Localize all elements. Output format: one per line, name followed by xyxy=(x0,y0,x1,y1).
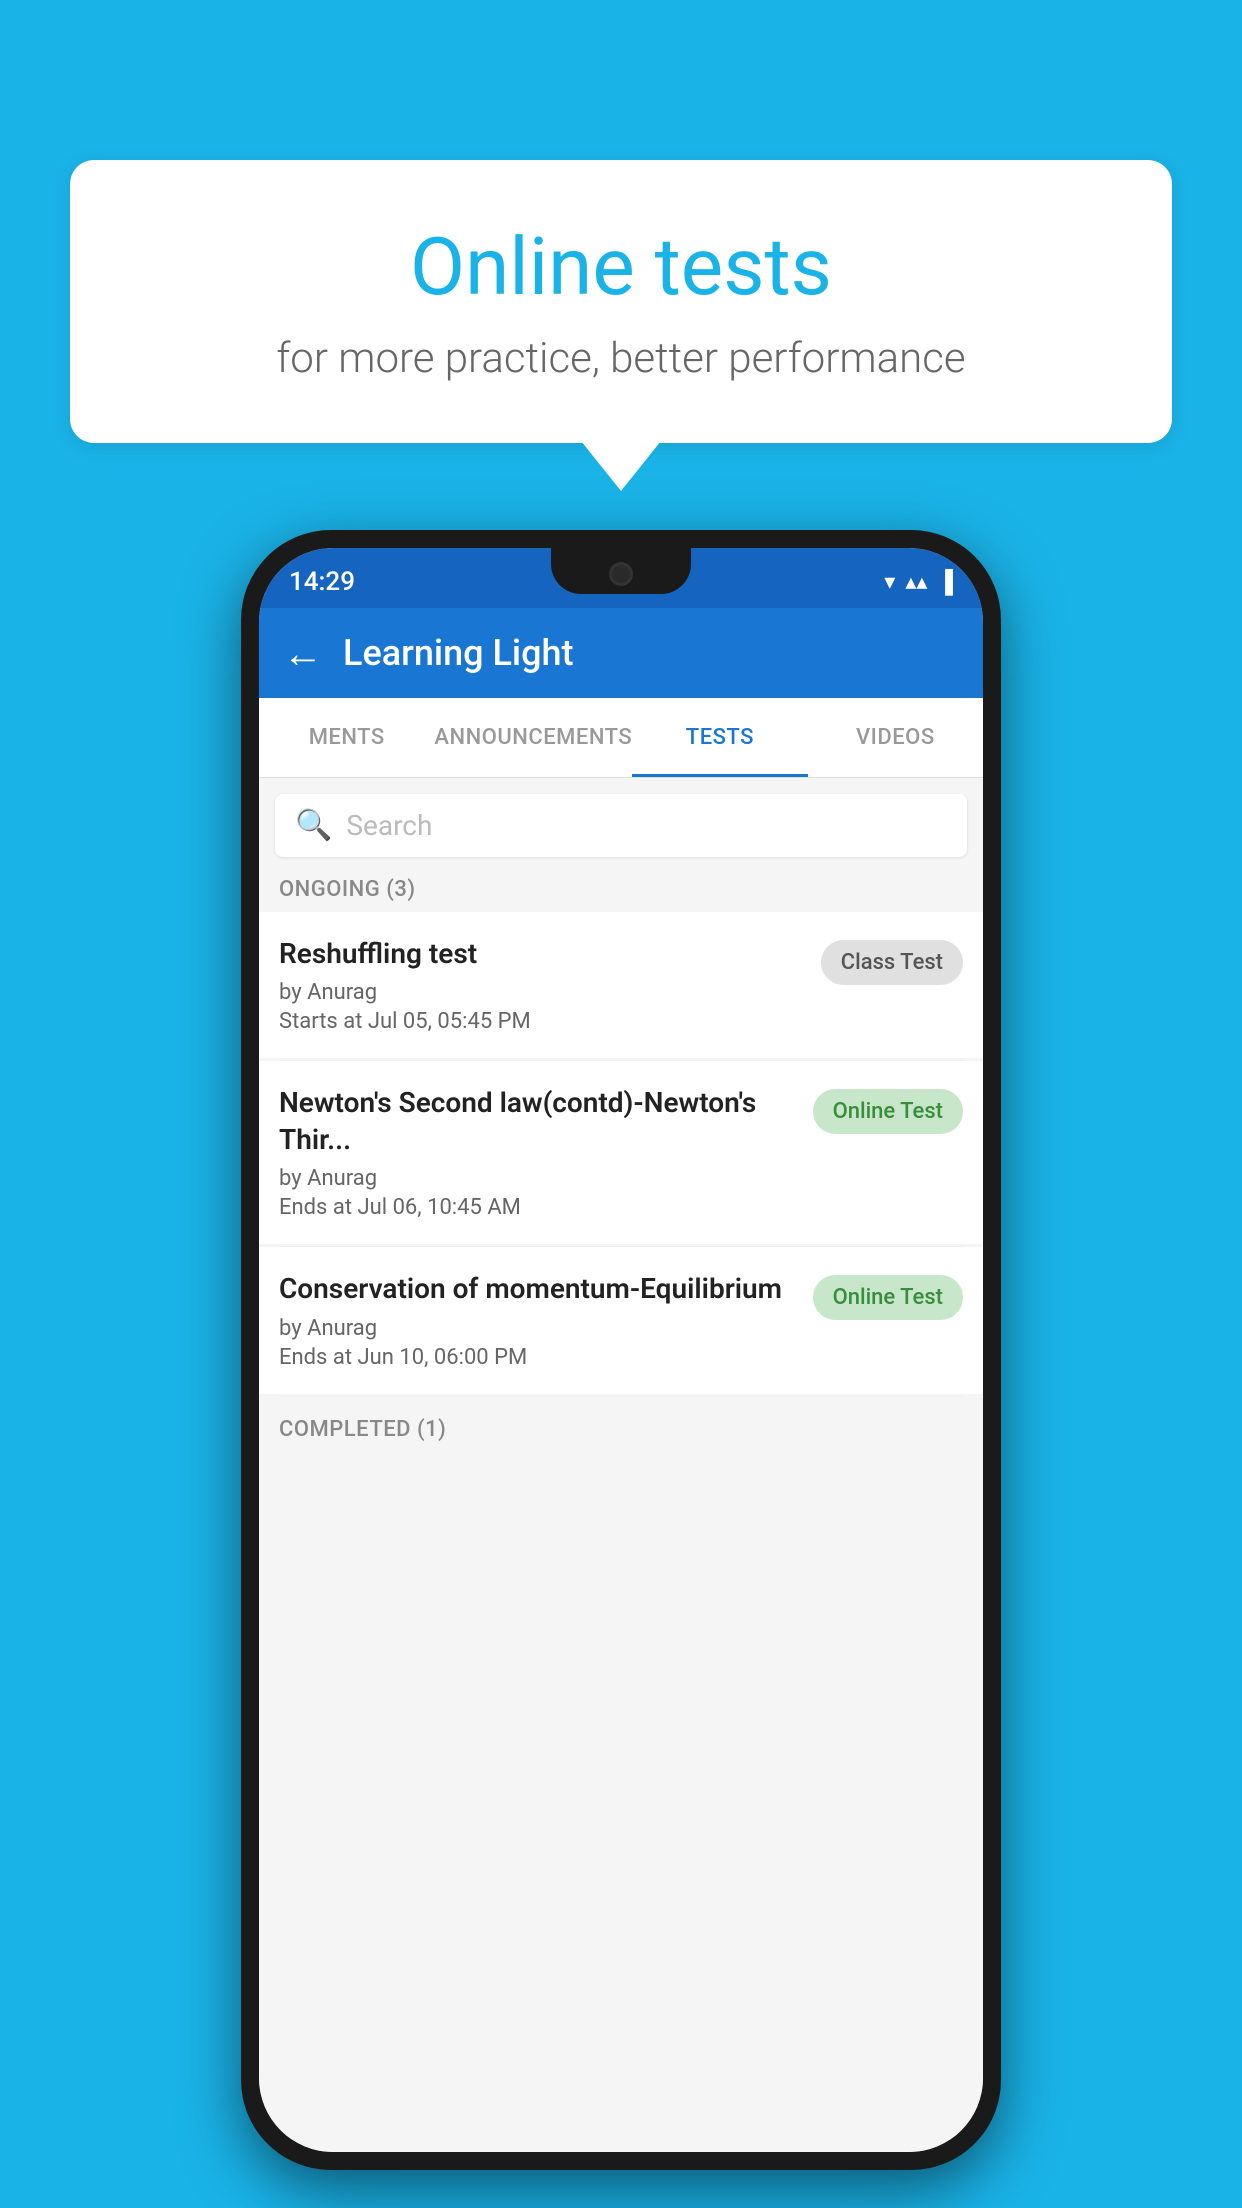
search-icon: 🔍 xyxy=(295,808,332,843)
speech-bubble-arrow xyxy=(581,441,661,491)
test-badge-3: Online Test xyxy=(813,1275,963,1320)
speech-bubble-subtitle: for more practice, better performance xyxy=(150,334,1092,383)
phone-body: 14:29 ▾ ▴▴ ▐ ← Learning Light MENTS xyxy=(241,530,1001,2170)
phone-notch xyxy=(551,548,691,594)
battery-icon: ▐ xyxy=(937,569,953,595)
test-name-1: Reshuffling test xyxy=(279,936,805,972)
test-card-3[interactable]: Conservation of momentum-Equilibrium by … xyxy=(259,1247,983,1393)
test-info-3: Conservation of momentum-Equilibrium by … xyxy=(279,1271,813,1369)
phone-container: 14:29 ▾ ▴▴ ▐ ← Learning Light MENTS xyxy=(241,530,1001,2170)
test-author-3: by Anurag xyxy=(279,1316,797,1341)
test-date-2: Ends at Jul 06, 10:45 AM xyxy=(279,1195,797,1220)
test-date-3: Ends at Jun 10, 06:00 PM xyxy=(279,1345,797,1370)
test-author-1: by Anurag xyxy=(279,980,805,1005)
speech-bubble-title: Online tests xyxy=(150,220,1092,314)
app-background: Online tests for more practice, better p… xyxy=(0,0,1242,2208)
test-card-2[interactable]: Newton's Second law(contd)-Newton's Thir… xyxy=(259,1061,983,1244)
status-icons: ▾ ▴▴ ▐ xyxy=(884,569,953,595)
back-button[interactable]: ← xyxy=(283,630,323,677)
tab-announcements[interactable]: ANNOUNCEMENTS xyxy=(434,698,632,777)
test-name-3: Conservation of momentum-Equilibrium xyxy=(279,1271,797,1307)
signal-icon: ▴▴ xyxy=(905,570,927,595)
speech-bubble-container: Online tests for more practice, better p… xyxy=(70,160,1172,491)
content-area: 🔍 Search ONGOING (3) Reshuffling test by… xyxy=(259,778,983,2152)
speech-bubble: Online tests for more practice, better p… xyxy=(70,160,1172,443)
tab-videos[interactable]: VIDEOS xyxy=(808,698,983,777)
test-info-1: Reshuffling test by Anurag Starts at Jul… xyxy=(279,936,821,1034)
phone-screen: 14:29 ▾ ▴▴ ▐ ← Learning Light MENTS xyxy=(259,548,983,2152)
status-time: 14:29 xyxy=(289,567,355,597)
phone-camera xyxy=(609,562,633,586)
test-badge-1: Class Test xyxy=(821,940,963,985)
test-badge-2: Online Test xyxy=(813,1089,963,1134)
test-card-1[interactable]: Reshuffling test by Anurag Starts at Jul… xyxy=(259,912,983,1058)
app-header: ← Learning Light xyxy=(259,608,983,698)
ongoing-section-header: ONGOING (3) xyxy=(259,857,983,912)
wifi-icon: ▾ xyxy=(884,570,895,595)
test-info-2: Newton's Second law(contd)-Newton's Thir… xyxy=(279,1085,813,1220)
search-bar[interactable]: 🔍 Search xyxy=(275,794,967,857)
tab-tests[interactable]: TESTS xyxy=(632,698,807,777)
test-name-2: Newton's Second law(contd)-Newton's Thir… xyxy=(279,1085,797,1158)
search-input[interactable]: Search xyxy=(346,809,432,842)
tab-ments[interactable]: MENTS xyxy=(259,698,434,777)
tabs-bar: MENTS ANNOUNCEMENTS TESTS VIDEOS xyxy=(259,698,983,778)
completed-section-header: COMPLETED (1) xyxy=(259,1397,983,1452)
test-author-2: by Anurag xyxy=(279,1166,797,1191)
test-date-1: Starts at Jul 05, 05:45 PM xyxy=(279,1009,805,1034)
app-header-title: Learning Light xyxy=(343,632,573,674)
